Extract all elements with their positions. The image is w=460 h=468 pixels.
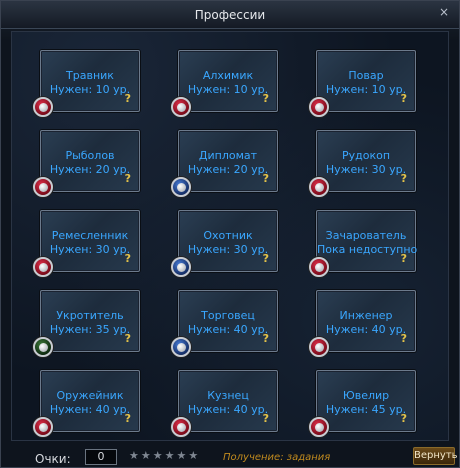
- star-icon: ★: [129, 449, 139, 462]
- badge-gem-icon: [314, 182, 324, 192]
- profession-badge-icon: [33, 257, 53, 277]
- return-button[interactable]: Вернуть: [413, 447, 458, 465]
- badge-gem-icon: [176, 182, 186, 192]
- help-icon[interactable]: ?: [125, 332, 131, 345]
- badge-gem-icon: [314, 262, 324, 272]
- profession-badge-icon: [171, 337, 191, 357]
- badge-gem-icon: [176, 422, 186, 432]
- badge-gem-icon: [314, 102, 324, 112]
- profession-name: Травник: [66, 69, 114, 82]
- profession-card[interactable]: Оружейник Нужен: 40 ур.?: [33, 370, 140, 437]
- help-icon[interactable]: ?: [125, 412, 131, 425]
- profession-badge-icon: [171, 177, 191, 197]
- profession-badge-icon: [309, 417, 329, 437]
- profession-card[interactable]: Рудокоп Нужен: 30 ур.?: [309, 130, 416, 197]
- profession-badge-icon: [171, 257, 191, 277]
- badge-gem-icon: [38, 342, 48, 352]
- profession-name: Рыболов: [65, 149, 115, 162]
- profession-card[interactable]: Дипломат Нужен: 20 ур.?: [171, 130, 278, 197]
- help-icon[interactable]: ?: [263, 332, 269, 345]
- professions-window: Профессии × Травник Нужен: 10 ур.? Алхимик…: [0, 0, 460, 468]
- profession-badge-icon: [33, 97, 53, 117]
- star-icon: ★: [140, 449, 151, 462]
- points-label: Очки:: [35, 452, 71, 466]
- badge-gem-icon: [176, 262, 186, 272]
- profession-badge-icon: [309, 97, 329, 117]
- help-icon[interactable]: ?: [263, 92, 269, 105]
- badge-gem-icon: [176, 102, 186, 112]
- badge-gem-icon: [38, 102, 48, 112]
- star-icon: ★: [188, 449, 199, 462]
- help-icon[interactable]: ?: [401, 412, 407, 425]
- profession-card[interactable]: Рыболов Нужен: 20 ур.?: [33, 130, 140, 197]
- professions-panel: Травник Нужен: 10 ур.? Алхимик Нужен: 10 ур…: [11, 31, 449, 441]
- profession-badge-icon: [309, 337, 329, 357]
- help-icon[interactable]: ?: [125, 172, 131, 185]
- profession-card[interactable]: Травник Нужен: 10 ур.?: [33, 50, 140, 117]
- badge-gem-icon: [314, 422, 324, 432]
- profession-name: Инженер: [339, 309, 393, 322]
- profession-badge-icon: [171, 417, 191, 437]
- profession-badge-icon: [33, 417, 53, 437]
- profession-badge-icon: [309, 177, 329, 197]
- profession-card[interactable]: Укротитель Нужен: 35 ур.?: [33, 290, 140, 357]
- help-icon[interactable]: ?: [125, 252, 131, 265]
- star-icon: ★: [152, 449, 163, 462]
- profession-badge-icon: [309, 257, 329, 277]
- profession-name: Дипломат: [198, 149, 258, 162]
- badge-gem-icon: [38, 422, 48, 432]
- help-icon[interactable]: ?: [263, 412, 269, 425]
- help-icon[interactable]: ?: [401, 92, 407, 105]
- badge-gem-icon: [38, 182, 48, 192]
- help-icon[interactable]: ?: [401, 332, 407, 345]
- profession-card[interactable]: Охотник Нужен: 30 ур.?: [171, 210, 278, 277]
- help-icon[interactable]: ?: [125, 92, 131, 105]
- profession-card[interactable]: Ремесленник Нужен: 30 ур.?: [33, 210, 140, 277]
- close-icon[interactable]: ×: [437, 5, 451, 19]
- star-icon: ★: [176, 449, 187, 462]
- profession-card[interactable]: Кузнец Нужен: 40 ур.?: [171, 370, 278, 437]
- profession-card[interactable]: Торговец Нужен: 40 ур.?: [171, 290, 278, 357]
- badge-gem-icon: [176, 342, 186, 352]
- profession-name: Охотник: [203, 229, 253, 242]
- star-rating: ★ ★ ★ ★ ★ ★: [129, 449, 198, 462]
- profession-card[interactable]: Алхимик Нужен: 10 ур.?: [171, 50, 278, 117]
- badge-gem-icon: [38, 262, 48, 272]
- profession-name: Ремесленник: [51, 229, 129, 242]
- obtain-hint: Получение: задания: [223, 452, 331, 463]
- profession-name: Алхимик: [202, 69, 254, 82]
- profession-name: Кузнец: [207, 389, 249, 402]
- help-icon[interactable]: ?: [263, 252, 269, 265]
- profession-badge-icon: [33, 337, 53, 357]
- profession-badge-icon: [33, 177, 53, 197]
- help-icon[interactable]: ?: [263, 172, 269, 185]
- profession-name: Оружейник: [56, 389, 124, 402]
- footer-bar: Очки: 0 ★ ★ ★ ★ ★ ★ Получение: задания Вернут…: [1, 443, 459, 467]
- profession-name: Торговец: [201, 309, 255, 322]
- points-value: 0: [85, 449, 117, 465]
- profession-name: Зачарователь: [325, 229, 407, 242]
- star-icon: ★: [164, 449, 175, 462]
- title-bar: Профессии ×: [1, 1, 459, 29]
- profession-badge-icon: [171, 97, 191, 117]
- help-icon[interactable]: ?: [401, 172, 407, 185]
- profession-card[interactable]: Повар Нужен: 10 ур.?: [309, 50, 416, 117]
- profession-card[interactable]: Инженер Нужен: 40 ур.?: [309, 290, 416, 357]
- profession-name: Рудокоп: [341, 149, 391, 162]
- profession-card[interactable]: Зачарователь Пока недоступно?: [309, 210, 417, 277]
- badge-gem-icon: [314, 342, 324, 352]
- profession-card[interactable]: Ювелир Нужен: 45 ур.?: [309, 370, 416, 437]
- profession-name: Повар: [348, 69, 384, 82]
- profession-name: Ювелир: [342, 389, 390, 402]
- help-icon[interactable]: ?: [401, 252, 407, 265]
- window-title: Профессии: [194, 7, 266, 22]
- profession-name: Укротитель: [56, 309, 124, 322]
